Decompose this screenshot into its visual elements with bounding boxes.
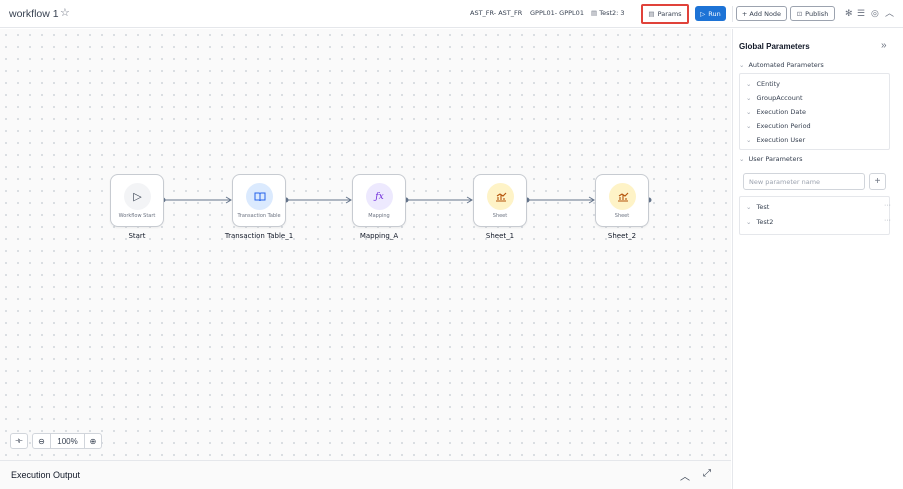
- chevron-down-icon: ⌄: [746, 136, 752, 144]
- chevron-down-icon: ⌄: [746, 218, 752, 226]
- params-button[interactable]: ▤ Params: [641, 4, 689, 24]
- star-icon[interactable]: ☆: [60, 6, 70, 19]
- zoom-controls: ⟛ ⊖ 100% ⊕: [10, 433, 102, 451]
- divider: [732, 6, 733, 22]
- node-type-label: Transaction Table: [237, 213, 281, 219]
- params-icon: ▤: [648, 10, 655, 18]
- chevron-up-icon[interactable]: ︿: [885, 8, 894, 18]
- list-icon[interactable]: ☰: [857, 8, 865, 18]
- add-node-label: + Add Node: [741, 9, 782, 18]
- chevron-down-icon: ⌄: [746, 94, 752, 102]
- list-item[interactable]: ⌄ Execution Date: [746, 108, 806, 116]
- table-icon: ▤: [591, 9, 598, 17]
- chevron-up-icon[interactable]: ︿: [680, 468, 690, 483]
- node-mapping[interactable]: ƒx Mapping: [352, 174, 406, 227]
- list-item[interactable]: ⌄ Test: [746, 203, 769, 211]
- item-label: Execution User: [756, 136, 806, 144]
- panel-title: Global Parameters: [739, 42, 810, 51]
- new-parameter-input[interactable]: New parameter name: [743, 173, 865, 190]
- collapse-panel-icon[interactable]: »: [881, 40, 887, 51]
- automated-parameters-list: ⌄ CEntity ⌄ GroupAccount ⌄ Execution Date ⌄…: [739, 73, 890, 150]
- node-name: Transaction Table_1: [224, 232, 294, 240]
- list-item[interactable]: ⌄ Execution Period: [746, 122, 811, 130]
- chevron-down-icon: ⌄: [746, 80, 752, 88]
- item-label: Test: [756, 203, 770, 211]
- top-bar: workflow 1 ☆ AST_FR- AST_FR GPPL01- GPPL…: [0, 0, 903, 28]
- global-parameters-panel: Global Parameters » ⌄ Automated Parameter…: [732, 29, 903, 489]
- node-name: Start: [128, 232, 146, 240]
- section-label: User Parameters: [748, 155, 803, 163]
- play-icon: ▷: [700, 9, 706, 18]
- list-item[interactable]: ⌄ GroupAccount: [746, 94, 803, 102]
- run-button[interactable]: ▷ Run: [695, 6, 726, 21]
- item-label: Execution Period: [756, 122, 811, 130]
- automated-parameters-header[interactable]: ⌄ Automated Parameters: [739, 61, 824, 69]
- zoom-group: ⊖ 100% ⊕: [32, 433, 102, 449]
- publish-button[interactable]: ⊡ Publish: [790, 6, 835, 21]
- edge-layer: [160, 196, 652, 204]
- node-name: Sheet_2: [607, 232, 637, 240]
- add-parameter-button[interactable]: +: [869, 173, 886, 190]
- chevron-down-icon: ⌄: [746, 203, 752, 211]
- section-label: Automated Parameters: [748, 61, 824, 69]
- add-node-button[interactable]: + Add Node: [736, 6, 787, 21]
- run-label: Run: [708, 9, 721, 18]
- workflow-canvas[interactable]: ▷ Workflow Start Start Transaction Table…: [0, 29, 731, 460]
- execution-output-bar[interactable]: Execution Output ︿ ⤢: [0, 460, 731, 489]
- node-sheet-1[interactable]: Sheet: [473, 174, 527, 227]
- node-name: Sheet_1: [485, 232, 515, 240]
- chevron-down-icon: ⌄: [739, 155, 745, 163]
- more-icon[interactable]: ···: [884, 217, 891, 224]
- execution-output-title: Execution Output: [11, 470, 81, 480]
- account-chip[interactable]: GPPL01- GPPL01: [530, 9, 584, 17]
- node-type-label: Sheet: [614, 213, 630, 219]
- test-chip-label: Test2: 3: [599, 9, 625, 17]
- node-start[interactable]: ▷ Workflow Start: [110, 174, 164, 227]
- workflow-title[interactable]: workflow 1: [9, 8, 59, 20]
- entity-chip[interactable]: AST_FR- AST_FR: [470, 9, 522, 17]
- zoom-level: 100%: [50, 434, 84, 448]
- item-label: CEntity: [756, 80, 780, 88]
- sheet-chart-icon: [487, 183, 514, 210]
- zoom-out-icon[interactable]: ⊖: [33, 434, 50, 448]
- publish-label: Publish: [805, 9, 829, 18]
- user-parameters-header[interactable]: ⌄ User Parameters: [739, 155, 803, 163]
- node-type-label: Workflow Start: [118, 213, 156, 219]
- expand-icon[interactable]: ⤢: [703, 468, 711, 479]
- list-item[interactable]: ⌄ Test2: [746, 218, 773, 226]
- function-icon: ƒx: [366, 183, 393, 210]
- chevron-down-icon: ⌄: [739, 61, 745, 69]
- node-type-label: Sheet: [492, 213, 508, 219]
- item-label: Execution Date: [756, 108, 806, 116]
- list-item[interactable]: ⌄ Execution User: [746, 136, 805, 144]
- node-type-label: Mapping: [368, 213, 390, 219]
- zoom-in-icon[interactable]: ⊕: [84, 434, 101, 448]
- params-label: Params: [657, 10, 682, 18]
- node-transaction-table[interactable]: Transaction Table: [232, 174, 286, 227]
- book-icon: [246, 183, 273, 210]
- sheet-chart-icon: [609, 183, 636, 210]
- publish-icon: ⊡: [796, 9, 803, 18]
- chevron-down-icon: ⌄: [746, 108, 752, 116]
- chevron-down-icon: ⌄: [746, 122, 752, 130]
- user-parameters-list: ⌄ Test ··· ⌄ Test2 ···: [739, 196, 891, 235]
- play-icon: ▷: [124, 183, 151, 210]
- fit-view-icon[interactable]: ⟛: [10, 433, 28, 449]
- settings-icon[interactable]: ✻: [845, 8, 853, 18]
- item-label: Test2: [756, 218, 774, 226]
- node-name: Mapping_A: [359, 232, 399, 240]
- list-item[interactable]: ⌄ CEntity: [746, 80, 780, 88]
- more-icon[interactable]: ···: [884, 202, 891, 209]
- node-sheet-2[interactable]: Sheet: [595, 174, 649, 227]
- item-label: GroupAccount: [756, 94, 803, 102]
- test-chip[interactable]: ▤ Test2: 3: [591, 9, 625, 17]
- eye-icon[interactable]: ◎: [871, 8, 879, 18]
